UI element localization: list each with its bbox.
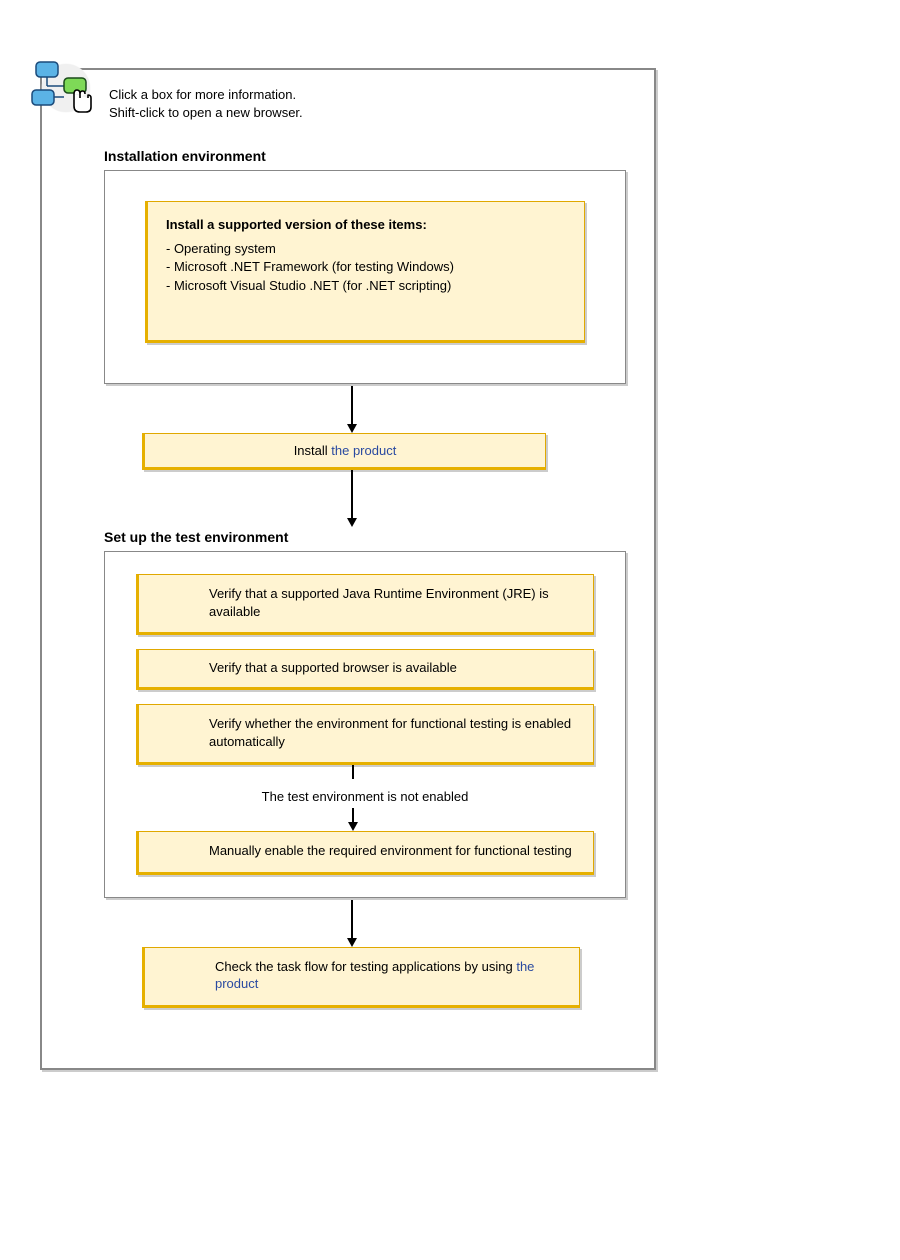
supported-list: - Operating system - Microsoft .NET Fram… (166, 240, 566, 297)
step-text: Verify whether the environment for funct… (209, 716, 571, 749)
section-test-env: Verify that a supported Java Runtime Env… (104, 551, 626, 898)
box-task-flow[interactable]: Check the task flow for testing applicat… (142, 947, 580, 1008)
install-product-prefix: Install (294, 443, 332, 458)
install-product-link: the product (331, 443, 396, 458)
box-install-product[interactable]: Install the product (142, 433, 546, 470)
arrow (342, 898, 362, 947)
section-install-env: Install a supported version of these ite… (104, 170, 626, 384)
header-line2: Shift-click to open a new browser. (109, 104, 303, 122)
branch-label: The test environment is not enabled (125, 789, 605, 804)
header-line1: Click a box for more information. (109, 86, 303, 104)
box-verify-auto-enable[interactable]: Verify whether the environment for funct… (136, 704, 594, 765)
section-title-test-env: Set up the test environment (104, 529, 654, 545)
diagram-container: Click a box for more information. Shift-… (40, 68, 656, 1070)
header-note: Click a box for more information. Shift-… (109, 86, 303, 121)
box-manual-enable[interactable]: Manually enable the required environment… (136, 831, 594, 875)
arrow (343, 765, 363, 779)
arrow (342, 384, 362, 433)
box-verify-jre[interactable]: Verify that a supported Java Runtime Env… (136, 574, 594, 635)
task-flow-prefix: Check the task flow for testing applicat… (215, 959, 516, 974)
step-text: Manually enable the required environment… (209, 843, 572, 858)
supported-item: - Operating system (166, 240, 566, 259)
section-title-install-env: Installation environment (104, 148, 654, 164)
arrow (343, 808, 363, 831)
supported-heading: Install a supported version of these ite… (166, 216, 566, 234)
step-text: Verify that a supported browser is avail… (209, 660, 457, 675)
supported-item: - Microsoft .NET Framework (for testing … (166, 258, 566, 277)
box-install-supported[interactable]: Install a supported version of these ite… (145, 201, 585, 343)
flowchart-icon (30, 60, 102, 122)
supported-item: - Microsoft Visual Studio .NET (for .NET… (166, 277, 566, 296)
box-verify-browser[interactable]: Verify that a supported browser is avail… (136, 649, 594, 690)
arrow (342, 470, 362, 527)
step-text: Verify that a supported Java Runtime Env… (209, 586, 549, 619)
